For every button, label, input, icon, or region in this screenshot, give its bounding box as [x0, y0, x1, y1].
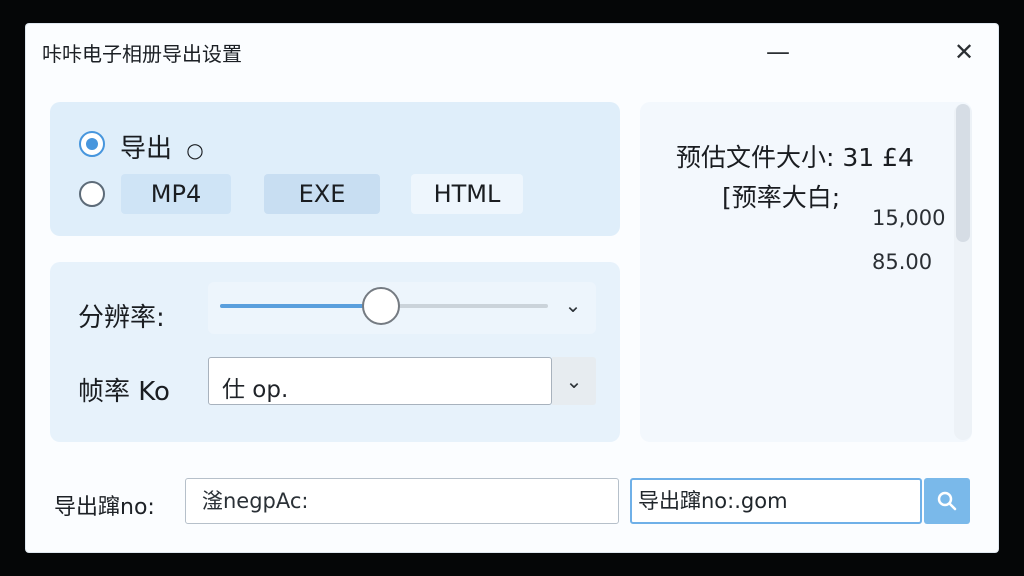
resolution-dropdown-button[interactable]: ⌄ — [560, 292, 586, 318]
export-settings-window: 咔咔电子相册导出设置 — ✕ 导出 ○ MP4 EXE HTML 分辨率: ⌄ … — [26, 24, 998, 552]
search-icon — [937, 491, 957, 511]
html-format-button[interactable]: HTML — [411, 174, 523, 214]
search-button[interactable] — [924, 478, 970, 524]
titlebar: 咔咔电子相册导出设置 — ✕ — [26, 24, 998, 78]
export-path-label: 导出蹿no: — [54, 495, 155, 520]
export-path-input[interactable]: 滏negpAc: — [185, 478, 619, 524]
preview-scrollbar-thumb[interactable] — [956, 104, 970, 242]
minimize-button[interactable]: — — [758, 32, 798, 72]
close-button[interactable]: ✕ — [944, 32, 984, 72]
fps-label: 帧率 Ko — [78, 377, 170, 407]
export-option-label: 导出 ○ — [120, 134, 204, 164]
close-icon: ✕ — [953, 38, 975, 66]
chevron-down-icon: ⌄ — [564, 293, 582, 317]
estimated-ratio-text: [预率大白; — [722, 183, 841, 212]
minimize-icon: — — [766, 38, 790, 66]
fps-dropdown-button[interactable]: ⌄ — [561, 368, 587, 394]
format-radio-button[interactable] — [79, 181, 105, 207]
small-circle-icon: ○ — [186, 138, 204, 162]
exe-format-button[interactable]: EXE — [264, 174, 380, 214]
window-title: 咔咔电子相册导出设置 — [42, 42, 242, 66]
estimated-size-text: 预估文件大小: 31 £4 — [676, 143, 914, 172]
export-format-panel — [50, 102, 620, 236]
fps-selected-value: 仕 op. — [222, 377, 289, 403]
resolution-slider-thumb[interactable] — [362, 287, 400, 325]
export-filename-input[interactable]: 导出蹿no:.gom — [630, 478, 922, 524]
resolution-slider-fill — [220, 304, 380, 308]
estimate-value-1: 15,000 — [872, 206, 946, 230]
mp4-format-button[interactable]: MP4 — [121, 174, 231, 214]
chevron-down-icon: ⌄ — [565, 369, 583, 393]
export-radio-button[interactable] — [79, 131, 105, 157]
resolution-label: 分辨率: — [78, 303, 165, 333]
estimate-value-2: 85.00 — [872, 250, 933, 274]
resolution-slider-container — [208, 282, 596, 334]
